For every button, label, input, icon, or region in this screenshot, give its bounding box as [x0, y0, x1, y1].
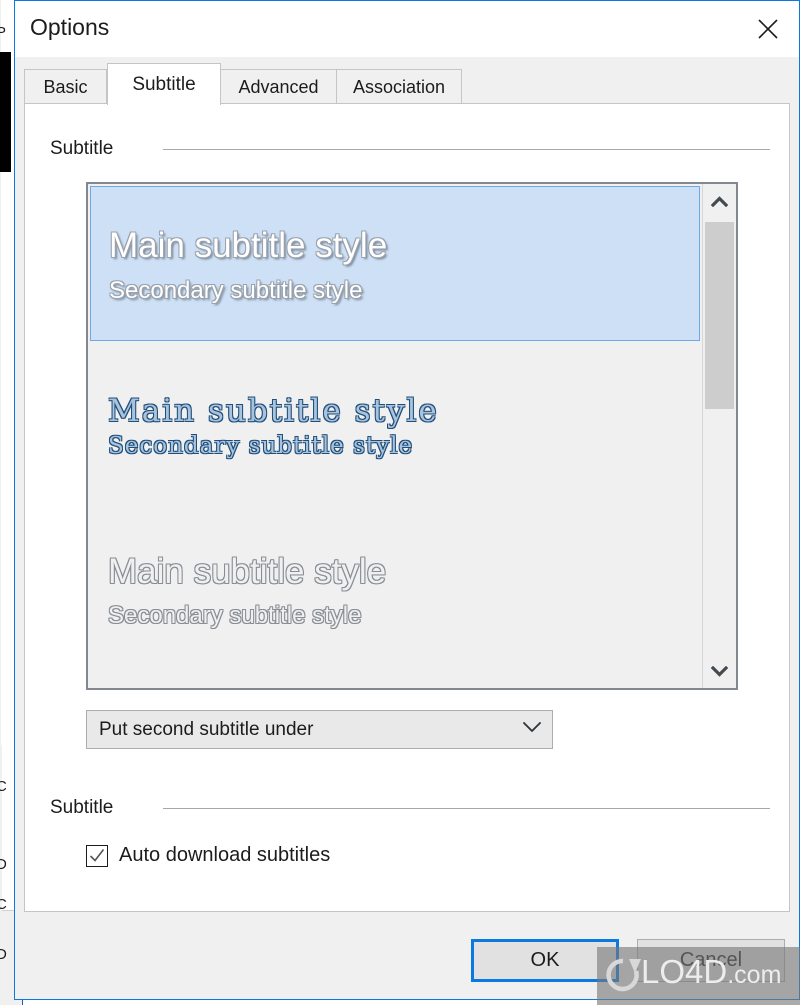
group-header-label: Subtitle [50, 797, 114, 818]
watermark-name: LO4D [641, 953, 728, 990]
background-text-fragment: C [0, 778, 7, 795]
chevron-up-icon [711, 195, 728, 207]
list-item[interactable]: Main subtitle style Secondary subtitle s… [90, 186, 700, 341]
subtitle-tab-panel: Subtitle Main subtitle style Secondary s… [24, 103, 790, 912]
tab-basic[interactable]: Basic [24, 69, 107, 104]
chevron-down-icon [522, 721, 542, 739]
style-preview-main: Main subtitle style [108, 393, 439, 429]
background-window-shadow [0, 52, 11, 172]
chevron-down-icon [711, 665, 728, 677]
dialog-titlebar: Options [15, 1, 799, 57]
auto-download-subtitles-checkbox[interactable]: Auto download subtitles [86, 844, 330, 867]
style-preview-main: Main subtitle style [109, 226, 388, 265]
scroll-up-button[interactable] [703, 184, 736, 218]
background-text-fragment: C [0, 896, 7, 913]
tabstrip: Basic Subtitle Advanced Association [15, 57, 799, 105]
second-subtitle-position-value: Put second subtitle under [99, 719, 314, 740]
checkmark-icon [89, 848, 105, 862]
tab-association[interactable]: Association [336, 69, 462, 104]
subtitle-style-list: Main subtitle style Secondary subtitle s… [88, 184, 702, 688]
second-subtitle-position-select[interactable]: Put second subtitle under [86, 710, 553, 749]
style-preview-secondary: Secondary subtitle style [108, 602, 362, 629]
scrollbar-thumb[interactable] [705, 222, 734, 409]
style-preview-secondary: Secondary subtitle style [108, 433, 414, 459]
group-header-subtitle-download: Subtitle [50, 797, 770, 819]
tab-advanced[interactable]: Advanced [220, 69, 337, 104]
checkbox-box[interactable] [86, 844, 108, 867]
background-text-fragment: D [0, 856, 7, 873]
list-item[interactable]: Main subtitle style Secondary subtitle s… [90, 381, 700, 493]
watermark: LO4D.com [597, 947, 800, 1005]
close-icon [758, 18, 778, 39]
list-item[interactable]: Main subtitle style Secondary subtitle s… [90, 540, 700, 658]
watermark-text: LO4D.com [641, 953, 781, 991]
group-header-label: Subtitle [50, 138, 114, 159]
group-header-rule [163, 807, 770, 809]
group-header-subtitle-style: Subtitle [50, 138, 770, 160]
background-text-fragment: D [0, 946, 7, 963]
options-dialog: Options Basic Subtitle Advanced Associat… [14, 0, 800, 1000]
auto-download-subtitles-label: Auto download subtitles [119, 844, 331, 866]
group-header-rule [163, 148, 770, 150]
subtitle-style-listbox[interactable]: Main subtitle style Secondary subtitle s… [86, 182, 738, 690]
background-text-fragment: P [0, 24, 6, 41]
vertical-scrollbar[interactable] [702, 184, 736, 688]
tab-subtitle[interactable]: Subtitle [107, 63, 221, 105]
style-preview-secondary: Secondary subtitle style [109, 277, 363, 304]
scroll-down-button[interactable] [703, 654, 736, 688]
watermark-suffix: .com [727, 961, 782, 989]
dialog-title: Options [30, 14, 110, 40]
style-preview-main: Main subtitle style [108, 552, 387, 591]
close-button[interactable] [737, 1, 799, 56]
refresh-circle-icon [603, 955, 643, 1002]
